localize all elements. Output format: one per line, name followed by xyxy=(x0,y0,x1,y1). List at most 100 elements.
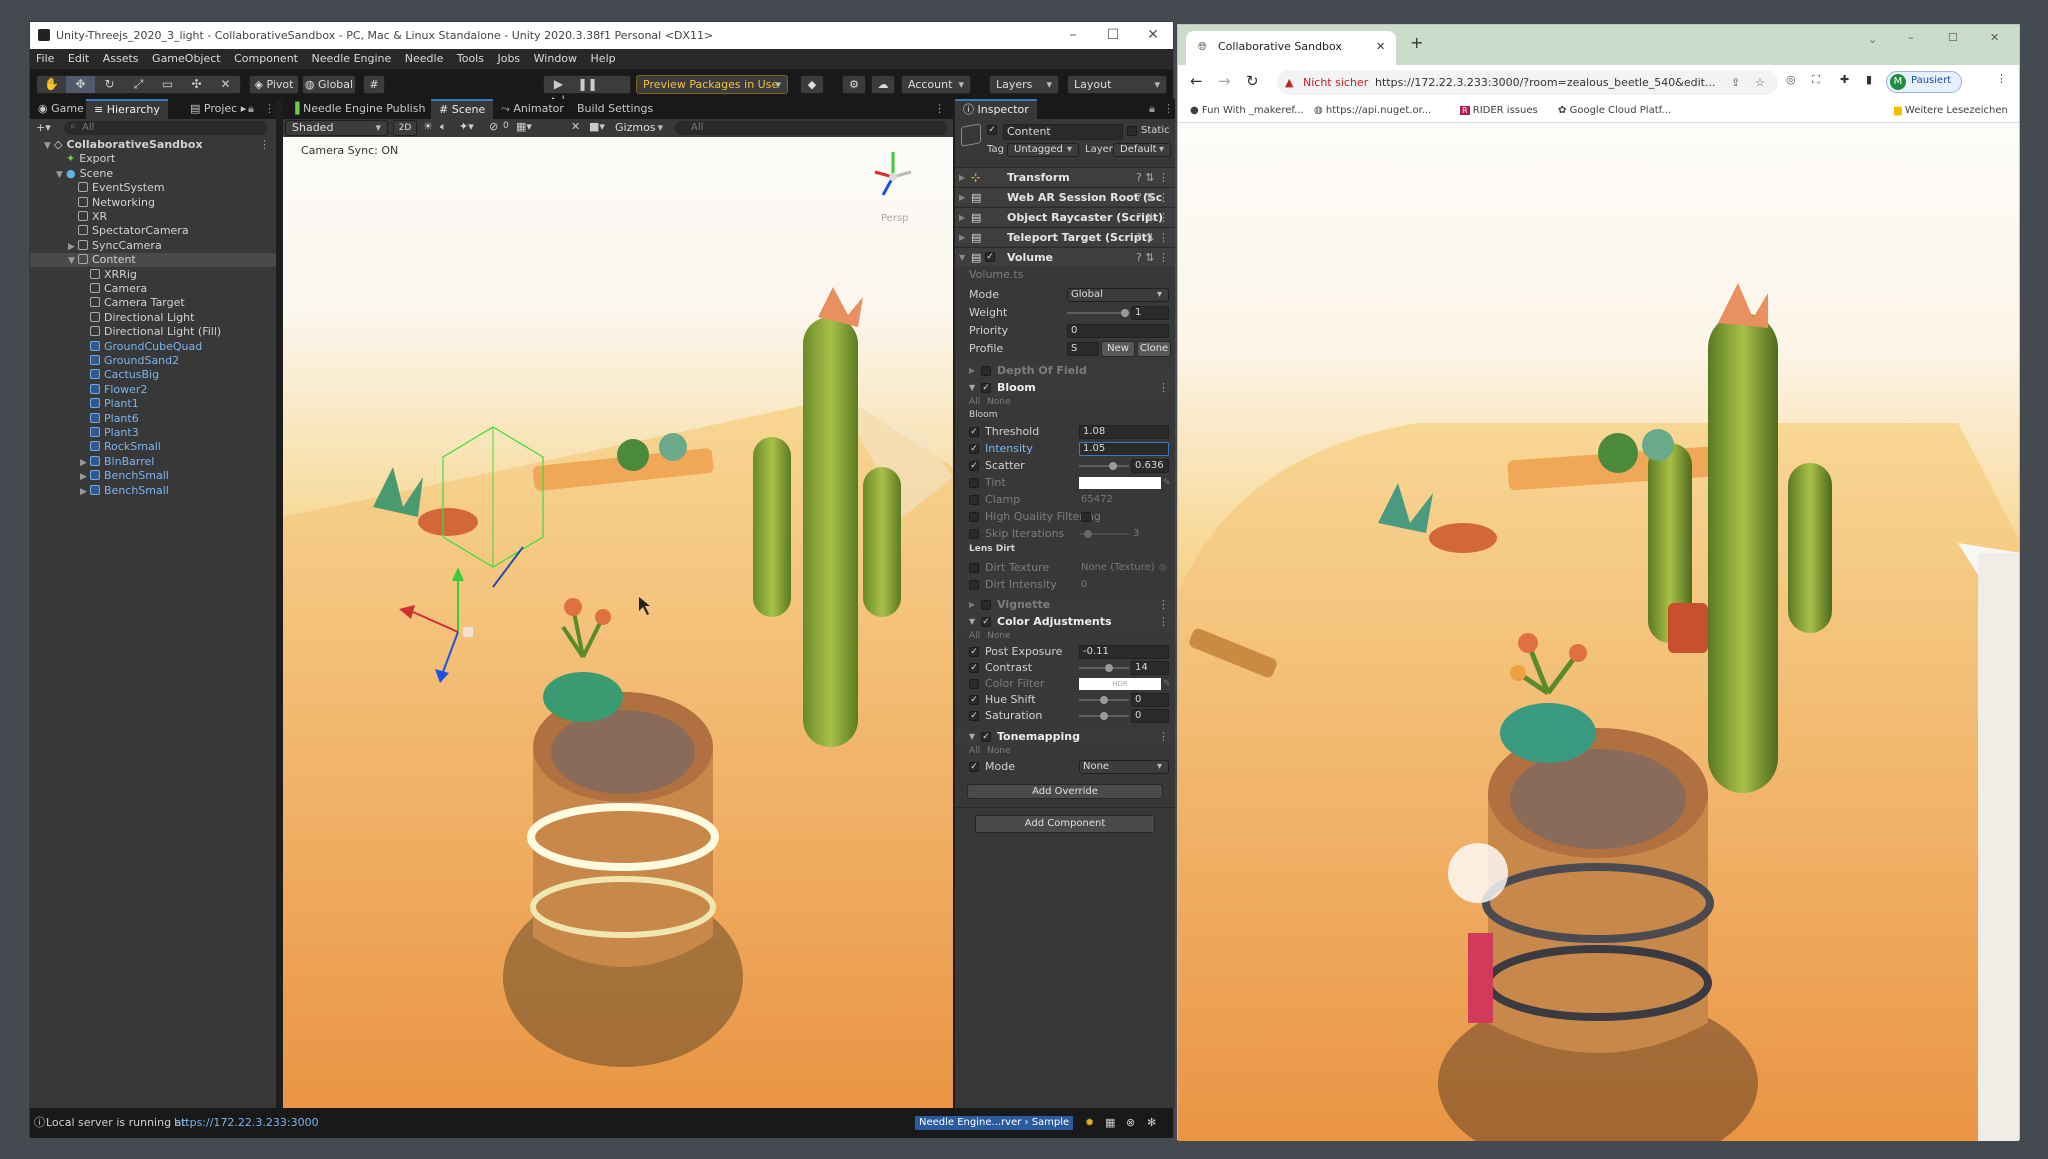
component-menu-icon[interactable]: ? ⇅ ⋮ xyxy=(1136,248,1169,267)
other-bookmarks[interactable]: ▆ Weitere Lesezeichen xyxy=(1894,99,2008,123)
color-adjustments-menu-icon[interactable]: ⋮ xyxy=(1158,614,1169,630)
tools-icon[interactable]: ✕ xyxy=(571,120,580,133)
webgl-canvas[interactable] xyxy=(1178,123,2019,1141)
hierarchy-item[interactable]: Flower2 xyxy=(30,383,276,397)
sidepanel-icon[interactable]: ▮ xyxy=(1866,73,1872,86)
bug-icon[interactable]: ✹ xyxy=(1085,1108,1094,1138)
hierarchy-item[interactable]: Plant3 xyxy=(30,426,276,440)
bloom-none-toggle[interactable]: None xyxy=(987,396,1010,408)
play-icon[interactable]: ▶ xyxy=(544,76,573,93)
tonemapping-checkbox[interactable]: ✓ xyxy=(981,732,991,742)
hand-tool-icon[interactable]: ✋ xyxy=(37,76,66,93)
clamp-value[interactable]: 65472 xyxy=(1081,492,1113,508)
minimize-icon[interactable]: – xyxy=(1053,22,1093,49)
tab-close-icon[interactable]: ✕ xyxy=(1376,31,1385,63)
layer-dropdown[interactable]: Default xyxy=(1113,143,1171,157)
account-dropdown[interactable]: Account xyxy=(901,75,971,94)
layout-dropdown[interactable]: Layout xyxy=(1067,75,1167,94)
tab-game[interactable]: ◉ Game xyxy=(30,99,92,119)
contrast-field[interactable]: 14 xyxy=(1131,661,1169,675)
bookmark-3[interactable]: R RIDER issues xyxy=(1460,99,1538,123)
bloom-title[interactable]: Bloom xyxy=(997,380,1036,396)
menu-assets[interactable]: Assets xyxy=(103,52,139,65)
tint-color-swatch[interactable] xyxy=(1079,477,1161,489)
chrome-menu-icon[interactable]: ⋮ xyxy=(1996,72,2007,85)
pivot-toggle[interactable]: ◈ Pivot xyxy=(249,75,299,94)
grid-toggle-icon[interactable]: ▦▾ xyxy=(516,120,532,133)
component-transform[interactable]: ▶ ⊹ Transform? ⇅ ⋮ xyxy=(955,167,1175,186)
fold-arrow-icon[interactable]: ▼ xyxy=(56,168,66,182)
network-icon[interactable]: ⊗ xyxy=(1126,1108,1135,1138)
vignette-title[interactable]: Vignette xyxy=(997,597,1050,613)
more-icon[interactable]: ⋮ xyxy=(264,99,275,119)
skip-iterations-slider[interactable] xyxy=(1079,530,1129,538)
scale-tool-icon[interactable]: ⤢ xyxy=(124,76,153,93)
fold-arrow-icon[interactable]: ▶ xyxy=(80,470,90,484)
cloud-button[interactable]: ☁ xyxy=(871,75,895,94)
tonemapping-title[interactable]: Tonemapping xyxy=(997,729,1080,745)
color-adjustments-title[interactable]: Color Adjustments xyxy=(997,614,1112,630)
weight-slider-knob[interactable] xyxy=(1121,309,1129,317)
inspector-lock-icon[interactable]: 🔒︎ xyxy=(1149,99,1155,119)
tab-hierarchy[interactable]: ≡ Hierarchy xyxy=(86,99,168,119)
tonemapping-all-toggle[interactable]: All xyxy=(969,745,980,757)
hierarchy-item[interactable]: Plant6 xyxy=(30,412,276,426)
status-badge[interactable]: Needle Engine...rver › Sample xyxy=(915,1116,1074,1130)
hierarchy-item[interactable]: Camera xyxy=(30,282,276,296)
lock-icon[interactable]: 🔒︎ xyxy=(248,99,254,119)
dirt-intensity-override[interactable] xyxy=(969,580,979,590)
vignette-menu-icon[interactable]: ⋮ xyxy=(1158,597,1169,613)
skip-iterations-override[interactable] xyxy=(969,529,979,539)
scatter-override[interactable]: ✓ xyxy=(969,461,979,471)
scene-more-icon[interactable]: ⋮ xyxy=(934,99,945,119)
browser-tab[interactable]: 🌐︎ Collaborative Sandbox ✕ xyxy=(1186,31,1396,65)
screenshot-icon[interactable]: ⛶ xyxy=(1812,73,1820,87)
effects-icon[interactable]: ✦▾ xyxy=(459,120,474,133)
post-exposure-override[interactable]: ✓ xyxy=(969,647,979,657)
saturation-field[interactable]: 0 xyxy=(1131,709,1169,723)
component-teleport-target[interactable]: ▶ ▤ Teleport Target (Script)? ⇅ ⋮ xyxy=(955,227,1175,246)
scatter-field[interactable]: 0.636 xyxy=(1131,459,1169,473)
bookmark-1[interactable]: ● Fun With _makeref... xyxy=(1190,99,1304,123)
add-icon[interactable]: +▾ xyxy=(36,121,51,134)
intensity-field[interactable]: 1.05 xyxy=(1079,442,1169,456)
hue-shift-field[interactable]: 0 xyxy=(1131,693,1169,707)
hidden-objects-icon[interactable]: ⊘ xyxy=(489,120,498,133)
clone-profile-button[interactable]: Clone xyxy=(1137,341,1171,357)
tag-dropdown[interactable]: Untagged xyxy=(1007,143,1079,157)
preview-packages-dropdown[interactable]: Preview Packages in Use xyxy=(636,75,788,94)
hierarchy-item[interactable]: EventSystem xyxy=(30,181,276,195)
tint-override[interactable] xyxy=(969,478,979,488)
tonemapping-none-toggle[interactable]: None xyxy=(987,745,1010,757)
fold-arrow-icon[interactable]: ▶ xyxy=(80,456,90,470)
progress-icon[interactable]: ▦ xyxy=(1105,1108,1115,1138)
menu-jobs[interactable]: Jobs xyxy=(497,52,520,65)
hierarchy-item[interactable]: XRRig xyxy=(30,268,276,282)
static-label[interactable]: Static xyxy=(1141,125,1170,136)
menu-needle[interactable]: Needle xyxy=(405,52,444,65)
color-adjustments-checkbox[interactable]: ✓ xyxy=(981,617,991,627)
hierarchy-item[interactable]: Networking xyxy=(30,196,276,210)
fold-arrow-icon[interactable]: ▶ xyxy=(80,485,90,499)
menu-gameobject[interactable]: GameObject xyxy=(152,52,221,65)
custom-tool-icon[interactable]: ✕ xyxy=(211,76,240,93)
close-icon[interactable]: ✕ xyxy=(1990,31,1999,44)
share-icon[interactable]: ⇪ xyxy=(1731,70,1740,95)
object-name-field[interactable]: Content xyxy=(1003,124,1123,140)
component-menu-icon[interactable]: ? ⇅ ⋮ xyxy=(1136,188,1169,207)
grid-snap-button[interactable]: # xyxy=(363,75,385,94)
menu-help[interactable]: Help xyxy=(591,52,616,65)
fold-arrow-icon[interactable]: ▼ xyxy=(44,139,54,153)
menu-tools[interactable]: Tools xyxy=(457,52,484,65)
transform-tool-icon[interactable]: ✣ xyxy=(182,76,211,93)
contrast-override[interactable]: ✓ xyxy=(969,663,979,673)
color-adj-all-toggle[interactable]: All xyxy=(969,630,980,642)
camera-settings-icon[interactable]: ■▾ xyxy=(589,120,605,133)
maximize-icon[interactable]: ☐ xyxy=(1093,22,1133,49)
hq-filtering-override[interactable] xyxy=(969,512,979,522)
lighting-icon[interactable]: ☀ xyxy=(423,120,433,133)
scatter-slider[interactable] xyxy=(1079,462,1129,470)
bloom-checkbox[interactable]: ✓ xyxy=(981,383,991,393)
scene-search-input[interactable]: All xyxy=(675,121,947,135)
static-checkbox[interactable] xyxy=(1127,126,1137,136)
